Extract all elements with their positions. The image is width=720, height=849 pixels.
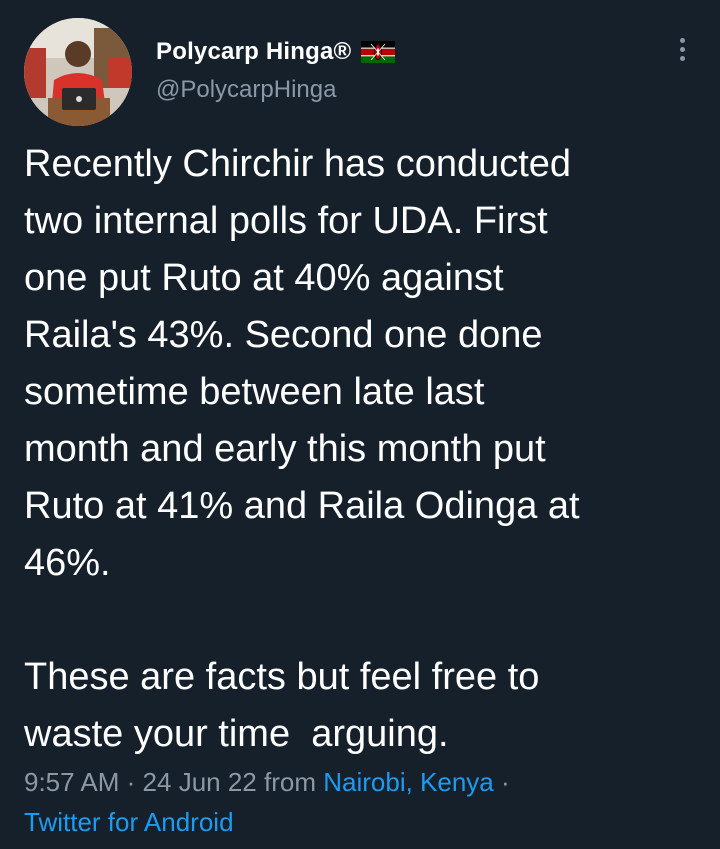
- location-link[interactable]: Nairobi, Kenya: [323, 767, 494, 797]
- tweet-date[interactable]: 24 Jun 22: [143, 767, 257, 797]
- tweet-line: 46%.: [24, 542, 111, 584]
- tweet-card: Polycarp Hinga® @PolycarpHinga Recently …: [0, 0, 720, 849]
- tweet-line: sometime between late last: [24, 371, 485, 413]
- tweet-line: These are facts but feel free to: [24, 656, 540, 698]
- tweet-line: Raila's 43%. Second one done: [24, 314, 543, 356]
- tweet-line: one put Ruto at 40% against: [24, 257, 504, 299]
- author-info: Polycarp Hinga® @PolycarpHinga: [156, 36, 396, 104]
- author-handle[interactable]: @PolycarpHinga: [156, 76, 395, 104]
- tweet-text: Recently Chirchir has conducted two inte…: [24, 136, 694, 763]
- avatar-image: [24, 18, 132, 126]
- tweet-meta: 9:57 AM · 24 Jun 22 from Nairobi, Kenya …: [24, 762, 694, 842]
- author-display-name[interactable]: Polycarp Hinga®: [156, 38, 351, 66]
- tweet-line: waste your time arguing.: [24, 713, 449, 755]
- from-label: from: [264, 767, 316, 797]
- meta-separator: ·: [501, 767, 510, 797]
- tweet-meta-line-2: Twitter for Android: [24, 802, 694, 842]
- kenya-flag-icon: [361, 41, 396, 63]
- tweet-time[interactable]: 9:57 AM: [24, 767, 119, 797]
- meta-separator: ·: [126, 767, 136, 797]
- avatar[interactable]: [24, 18, 132, 126]
- tweet-meta-line-1: 9:57 AM · 24 Jun 22 from Nairobi, Kenya …: [24, 762, 694, 802]
- tweet-line: two internal polls for UDA. First: [24, 200, 548, 242]
- source-link[interactable]: Twitter for Android: [24, 807, 234, 837]
- more-options-button[interactable]: [672, 38, 692, 66]
- tweet-line: Recently Chirchir has conducted: [24, 143, 572, 185]
- more-vertical-icon: [679, 38, 685, 43]
- tweet-line: Ruto at 41% and Raila Odinga at: [24, 485, 580, 527]
- author-name-row: Polycarp Hinga®: [156, 36, 396, 68]
- tweet-line: month and early this month put: [24, 428, 546, 470]
